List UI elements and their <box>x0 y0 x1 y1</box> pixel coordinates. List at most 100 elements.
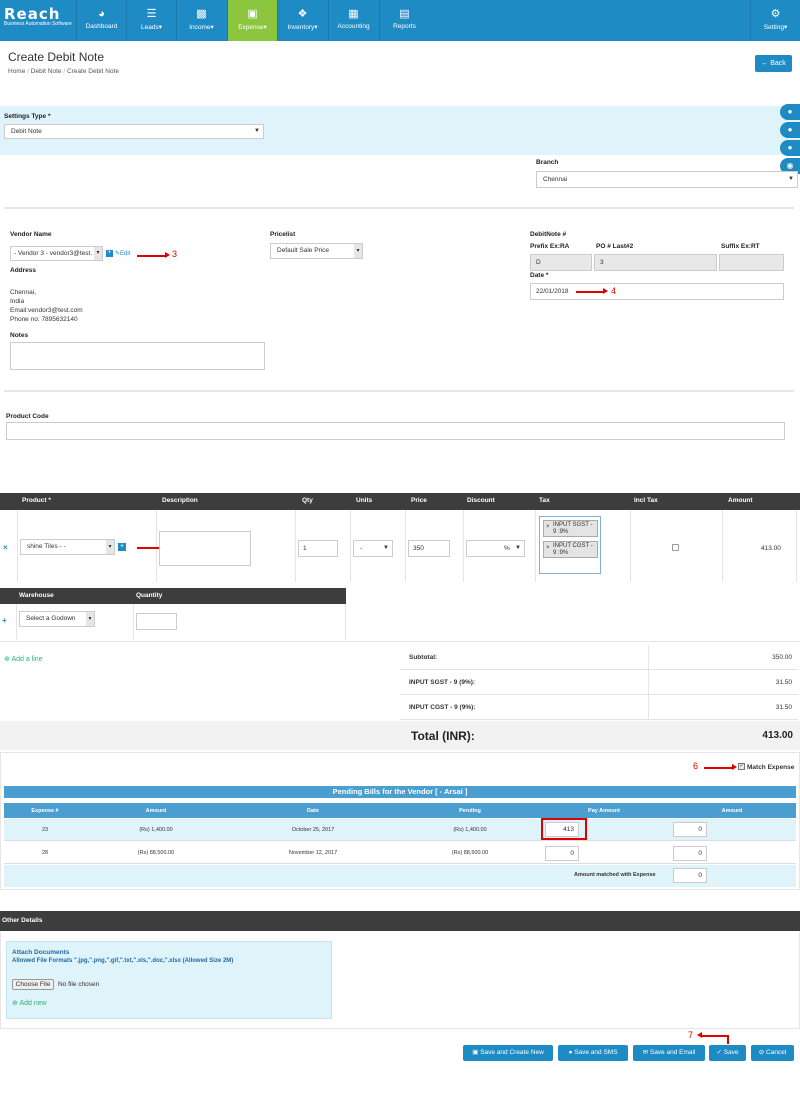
back-button[interactable]: ← Back <box>755 55 792 72</box>
save-and-create-new-button[interactable]: ▣ Save and Create New <box>463 1045 553 1061</box>
tax-tag-label: INPUT CGST - 9 :9% <box>553 543 593 556</box>
amount-input[interactable]: 0 <box>673 822 707 837</box>
pricelist-select[interactable]: Default Sale Price ▾ <box>270 243 363 259</box>
suffix-label: Suffix Ex:RT <box>721 243 760 250</box>
caret-down-icon: ▾ <box>94 247 102 260</box>
annotation-arrow-7-tail <box>727 1035 729 1044</box>
nav-setting[interactable]: ⚙ Setting▾ <box>750 0 800 41</box>
logo-subtitle: Business Automation Software <box>4 21 72 27</box>
close-icon[interactable]: × <box>546 545 550 552</box>
discount-select[interactable]: % ▼ <box>466 540 525 557</box>
divider <box>796 510 797 582</box>
nav-label: Reports <box>393 23 416 30</box>
nav-inventory[interactable]: ❖ Inventory▾ <box>277 0 327 41</box>
save-and-email-button[interactable]: ✉ Save and Email <box>633 1045 705 1061</box>
close-icon[interactable]: × <box>546 524 550 531</box>
choose-file-button[interactable]: Choose File <box>12 979 54 990</box>
cgst-value: 31.50 <box>775 704 792 711</box>
page-title: Create Debit Note <box>8 50 105 64</box>
annotation-4: 4 <box>611 286 617 296</box>
nav-leads[interactable]: ☰ Leads▾ <box>126 0 176 41</box>
address-label: Address <box>10 267 37 274</box>
po-number-input[interactable]: 3 <box>594 254 717 271</box>
remove-row-icon[interactable]: × <box>3 543 8 552</box>
divider <box>16 604 17 640</box>
brand-logo[interactable]: Reach Business Automation Software <box>4 7 72 28</box>
add-product-icon[interactable]: + <box>118 543 126 551</box>
pay-amount-input[interactable]: 413 <box>545 822 579 837</box>
product-value: shine Tiles - - <box>27 543 66 550</box>
email-icon[interactable]: ● <box>780 140 800 156</box>
incl-tax-checkbox[interactable] <box>672 544 679 551</box>
divider <box>295 510 296 582</box>
col-amount: Amount <box>145 808 167 814</box>
cell-pending: (Rs) 1,400.00 <box>453 827 487 833</box>
nav-label: Dashboard <box>85 23 118 30</box>
tax-tag-cgst[interactable]: × INPUT CGST - 9 :9% <box>543 541 598 558</box>
divider <box>405 510 406 582</box>
cell-amount: (Rs) 88,500.00 <box>137 850 175 856</box>
units-select[interactable]: - ▼ <box>353 540 393 557</box>
add-line-link[interactable]: ⊕ Add a line <box>4 655 43 663</box>
divider <box>350 510 351 582</box>
product-select[interactable]: shine Tiles - - ▾ <box>20 539 115 555</box>
add-vendor-icon[interactable]: + <box>106 250 113 257</box>
breadcrumb-debit-note[interactable]: Debit Note <box>31 68 62 75</box>
prefix-input[interactable]: D <box>530 254 592 271</box>
suffix-input[interactable] <box>719 254 784 271</box>
sgst-value: 31.50 <box>775 679 792 686</box>
pay-amount-input[interactable]: 0 <box>545 846 579 861</box>
save-button[interactable]: ✓ Save <box>709 1045 746 1061</box>
nav-dashboard[interactable]: ◕ Dashboard <box>76 0 126 41</box>
save-and-sms-button[interactable]: ● Save and SMS <box>558 1045 628 1061</box>
vendor-select[interactable]: - Vendor 3 - vendor3@test. ▾ <box>10 246 103 261</box>
notes-textarea[interactable] <box>10 342 265 370</box>
nav-income[interactable]: ▩ Income▾ <box>176 0 226 41</box>
skype-icon[interactable]: ● <box>780 104 800 120</box>
tax-multiselect[interactable]: × INPUT SGST - 9 :9% × INPUT CGST - 9 :9% <box>539 516 601 574</box>
chat-icon[interactable]: ● <box>780 122 800 138</box>
total-label: Total (INR): <box>411 729 475 743</box>
add-new-label: Add new <box>19 1000 47 1007</box>
cancel-button[interactable]: ⊘ Cancel <box>751 1045 794 1061</box>
cgst-row: INPUT CGST - 9 (9%): 31.50 <box>400 695 798 720</box>
description-textarea[interactable] <box>159 531 251 566</box>
col-quantity: Quantity <box>136 592 163 599</box>
price-input[interactable]: 350 <box>408 540 450 557</box>
amount-input[interactable]: 0 <box>673 846 707 861</box>
branch-select[interactable]: Chennai ▼ <box>536 171 798 188</box>
plus-circle-icon: ⊕ <box>12 1000 18 1007</box>
breadcrumb-home[interactable]: Home <box>8 68 25 75</box>
col-tax: Tax <box>539 497 550 504</box>
cell-expense: 23 <box>41 827 49 833</box>
edit-vendor-link[interactable]: ✎Edit <box>115 250 130 257</box>
nav-label: Setting▾ <box>763 24 788 31</box>
col-pay-amount: Pay Amount <box>588 808 620 814</box>
col-expense: Expense # <box>31 808 59 814</box>
matched-amount-input[interactable]: 0 <box>673 868 707 883</box>
warehouse-quantity-input[interactable] <box>136 613 177 630</box>
date-input[interactable]: 22/01/2018 <box>530 283 784 300</box>
attach-label: Attach Documents <box>12 949 70 956</box>
nav-accounting[interactable]: ▦ Accounting <box>328 0 378 41</box>
annotation-arrow-3 <box>137 252 170 258</box>
godown-select[interactable]: Select a Godown ▾ <box>19 611 95 627</box>
address-block: Chennai, India Email:vendor3@test.com Ph… <box>10 288 83 324</box>
arrow-left-icon: ← <box>761 60 769 67</box>
money-icon: ▣ <box>247 8 258 20</box>
settings-type-select[interactable]: Debit Note ▼ <box>4 124 264 139</box>
divider <box>535 510 536 582</box>
subtotal-value: 350.00 <box>772 654 792 661</box>
nav-expense[interactable]: ▣ Expense▾ <box>227 0 277 41</box>
button-label: Save and Create New <box>480 1049 544 1056</box>
add-warehouse-icon[interactable]: + <box>2 616 7 625</box>
caret-down-icon: ▼ <box>383 545 389 551</box>
divider <box>133 604 134 640</box>
product-code-input[interactable] <box>6 422 785 440</box>
add-new-link[interactable]: ⊕ Add new <box>12 999 47 1007</box>
nav-reports[interactable]: ▤ Reports <box>379 0 429 41</box>
settings-type-value: Debit Note <box>11 128 42 135</box>
other-details-header: Other Details <box>0 911 800 931</box>
tax-tag-sgst[interactable]: × INPUT SGST - 9 :9% <box>543 520 598 537</box>
qty-input[interactable]: 1 <box>298 540 338 557</box>
